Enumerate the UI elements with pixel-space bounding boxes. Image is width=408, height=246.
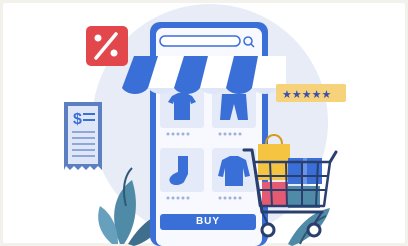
buy-button[interactable]: BUY <box>160 214 256 230</box>
percent-icon <box>86 26 128 66</box>
product-card-sock <box>160 148 204 200</box>
dollar-receipt-icon: $ <box>64 102 102 170</box>
illustration-card: $ ★★★★★ BUY <box>0 0 408 246</box>
svg-text:★★★★★: ★★★★★ <box>282 88 331 101</box>
product-card-sweater <box>212 148 256 200</box>
five-stars-icon: ★★★★★ <box>276 84 346 102</box>
phone-icon <box>150 22 268 246</box>
shop-awning-icon <box>122 56 286 94</box>
svg-text:$: $ <box>73 111 82 128</box>
online-shopping-illustration: $ ★★★★★ <box>64 4 346 246</box>
